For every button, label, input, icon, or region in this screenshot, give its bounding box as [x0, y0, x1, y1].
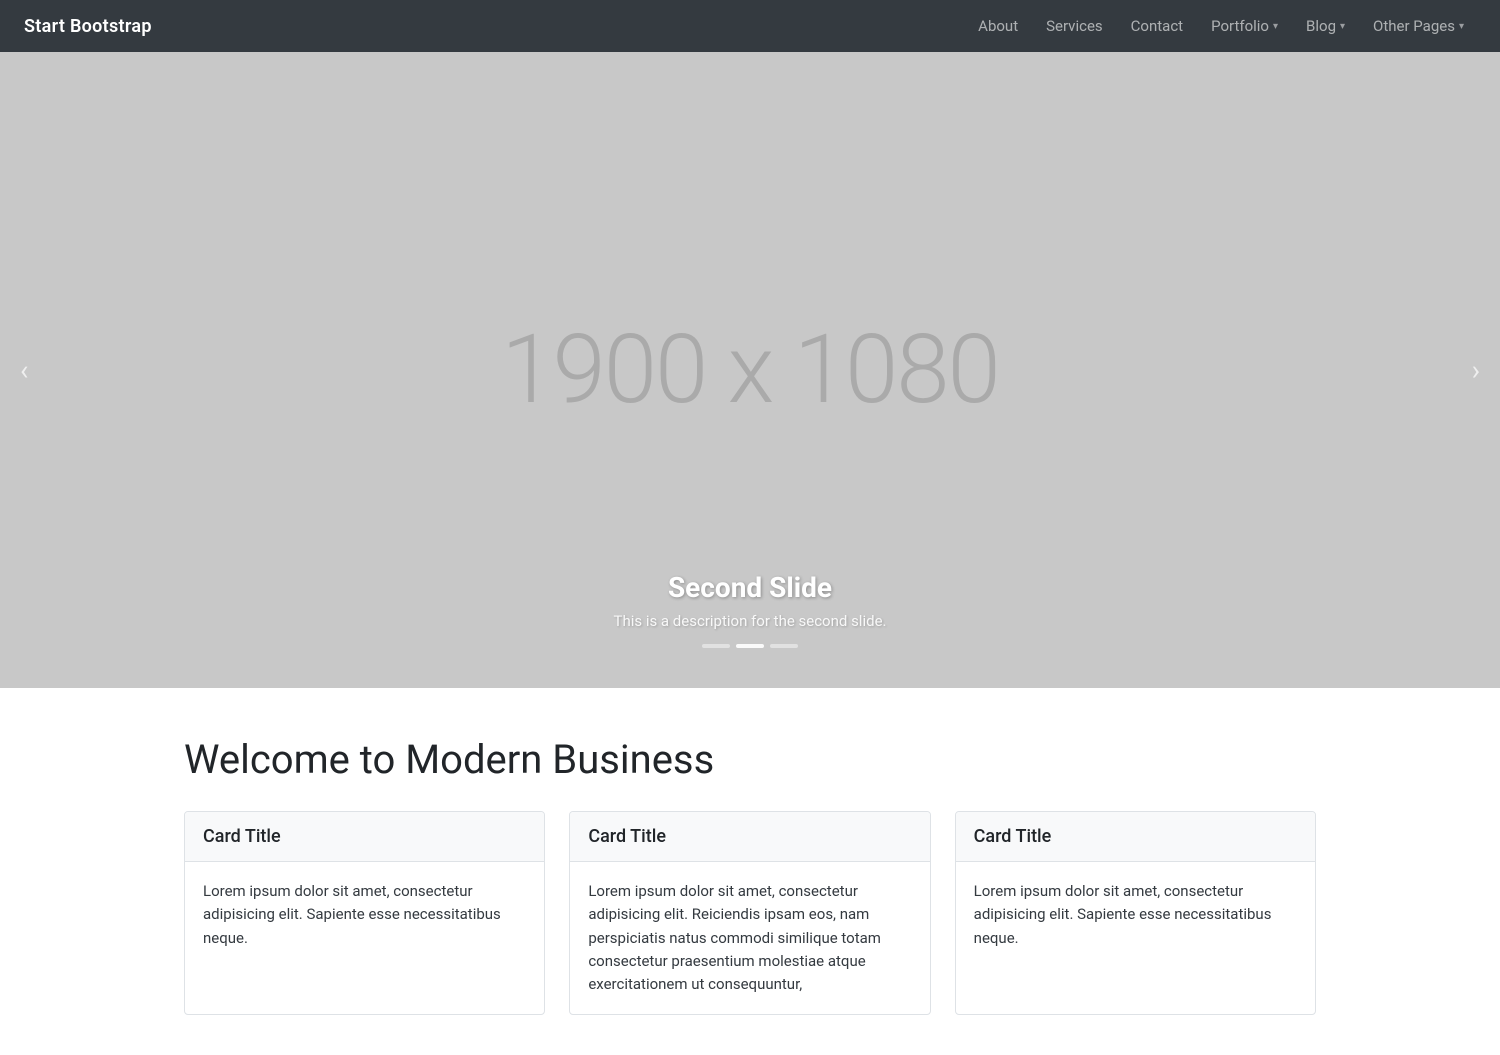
navbar: Start Bootstrap About Services Contact P… — [0, 0, 1500, 52]
card-1-body: Lorem ipsum dolor sit amet, consectetur … — [185, 862, 544, 968]
nav-link-other-pages[interactable]: Other Pages ▾ — [1361, 11, 1476, 41]
nav-brand[interactable]: Start Bootstrap — [24, 16, 152, 37]
card-3-body: Lorem ipsum dolor sit amet, consectetur … — [956, 862, 1315, 968]
indicator-2[interactable] — [736, 644, 764, 648]
nav-link-blog[interactable]: Blog ▾ — [1294, 11, 1357, 41]
card-2-title: Card Title — [570, 812, 929, 862]
indicator-1[interactable] — [702, 644, 730, 648]
slide-title: Second Slide — [450, 571, 1050, 604]
portfolio-dropdown-icon: ▾ — [1273, 21, 1278, 32]
carousel-caption: Second Slide This is a description for t… — [450, 571, 1050, 648]
cards-row: Card Title Lorem ipsum dolor sit amet, c… — [184, 811, 1316, 1015]
slide-description: This is a description for the second sli… — [450, 612, 1050, 630]
page-title: Welcome to Modern Business — [184, 736, 1316, 783]
nav-link-services[interactable]: Services — [1034, 11, 1115, 41]
card-3: Card Title Lorem ipsum dolor sit amet, c… — [955, 811, 1316, 1015]
card-1: Card Title Lorem ipsum dolor sit amet, c… — [184, 811, 545, 1015]
carousel-indicators — [450, 644, 1050, 648]
carousel: 1900 x 1080 ‹ › Second Slide This is a d… — [0, 52, 1500, 688]
card-2: Card Title Lorem ipsum dolor sit amet, c… — [569, 811, 930, 1015]
card-1-title: Card Title — [185, 812, 544, 862]
nav-links: About Services Contact Portfolio ▾ Blog … — [966, 11, 1476, 41]
blog-dropdown-icon: ▾ — [1340, 21, 1345, 32]
carousel-next-button[interactable]: › — [1452, 338, 1500, 403]
other-pages-dropdown-icon: ▾ — [1459, 21, 1464, 32]
card-2-body: Lorem ipsum dolor sit amet, consectetur … — [570, 862, 929, 1014]
nav-link-portfolio[interactable]: Portfolio ▾ — [1199, 11, 1290, 41]
nav-link-contact[interactable]: Contact — [1119, 11, 1195, 41]
nav-link-about[interactable]: About — [966, 11, 1030, 41]
card-3-title: Card Title — [956, 812, 1315, 862]
indicator-3[interactable] — [770, 644, 798, 648]
carousel-placeholder: 1900 x 1080 — [501, 314, 999, 426]
carousel-prev-button[interactable]: ‹ — [0, 338, 48, 403]
